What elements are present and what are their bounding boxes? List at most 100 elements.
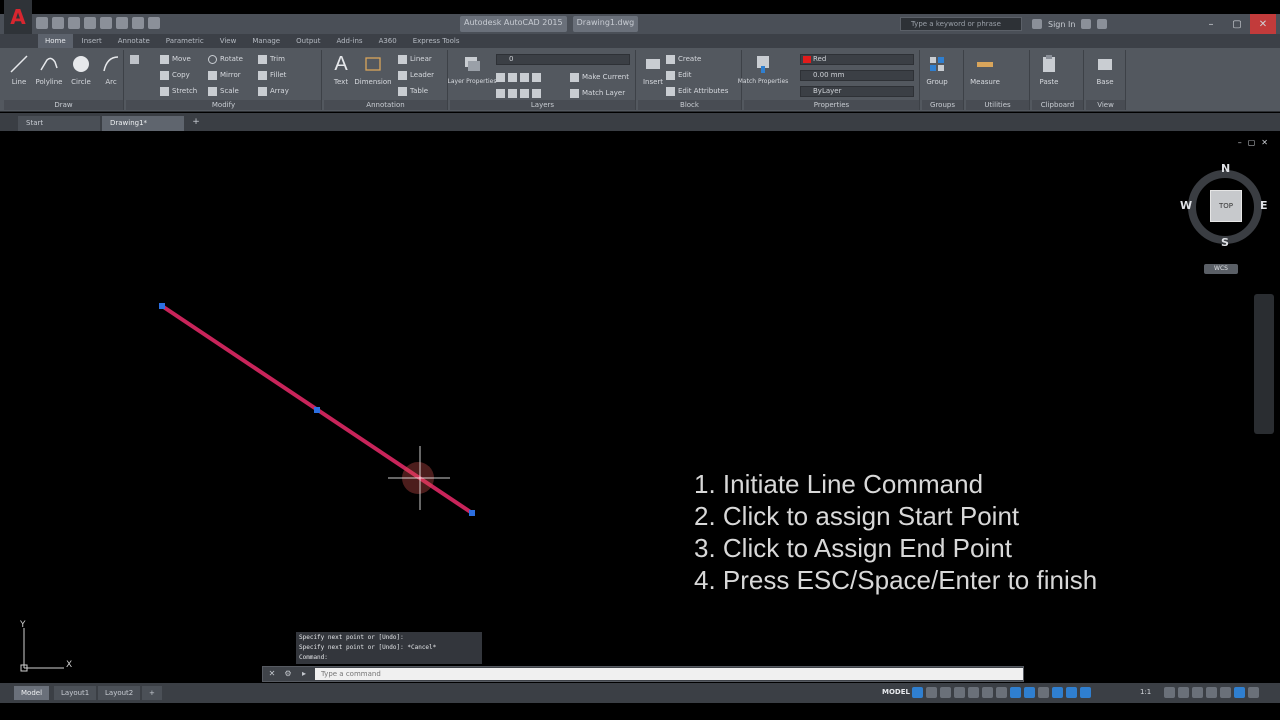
- trim-button[interactable]: Trim: [258, 52, 285, 66]
- rotate-button[interactable]: Rotate: [208, 52, 243, 66]
- layer-isolate-icon[interactable]: [508, 72, 517, 82]
- new-tab-icon[interactable]: +: [190, 116, 202, 128]
- tab-annotate[interactable]: Annotate: [111, 34, 157, 48]
- layer-properties-button[interactable]: Layer Properties: [448, 52, 496, 96]
- line-button[interactable]: Line: [4, 52, 34, 96]
- tab-insert[interactable]: Insert: [75, 34, 109, 48]
- command-recent-icon[interactable]: ▸: [299, 669, 309, 679]
- layer-walk-icon[interactable]: [508, 88, 517, 98]
- print-icon[interactable]: [100, 17, 112, 29]
- layer-off-icon[interactable]: [496, 72, 505, 82]
- customization-icon[interactable]: [1248, 687, 1259, 698]
- drawing-canvas[interactable]: – ▢ ✕ TOP N S E W WCS 1. Initiate Line C…: [4, 134, 1276, 680]
- new-icon[interactable]: [36, 17, 48, 29]
- ortho-icon[interactable]: [940, 687, 951, 698]
- save-as-icon[interactable]: [84, 17, 96, 29]
- layer-lock-icon[interactable]: [532, 72, 541, 82]
- help-search-input[interactable]: Type a keyword or phrase: [900, 17, 1022, 31]
- tab-a360[interactable]: A360: [372, 34, 404, 48]
- match-properties-button[interactable]: Match Properties: [738, 52, 788, 96]
- grip-start[interactable]: [159, 303, 165, 309]
- object-snap-tracking-icon[interactable]: [982, 687, 993, 698]
- doc-tab-start[interactable]: Start: [18, 116, 100, 131]
- paste-button[interactable]: Paste: [1034, 52, 1064, 96]
- annotation-visibility-icon[interactable]: [1052, 687, 1063, 698]
- compass-west[interactable]: W: [1180, 199, 1192, 212]
- clean-screen-icon[interactable]: [1234, 687, 1245, 698]
- command-customize-icon[interactable]: ⚙: [283, 669, 293, 679]
- copy-button[interactable]: Copy: [160, 68, 190, 82]
- make-current-button[interactable]: Make Current: [570, 70, 629, 84]
- table-button[interactable]: Table: [398, 84, 428, 98]
- workspace-icon[interactable]: [1164, 687, 1175, 698]
- wcs-menu[interactable]: WCS: [1204, 264, 1238, 274]
- open-icon[interactable]: [52, 17, 64, 29]
- layout-tab-layout2[interactable]: Layout2: [98, 686, 141, 700]
- linear-button[interactable]: Linear: [398, 52, 432, 66]
- lineweight-icon[interactable]: [1010, 687, 1021, 698]
- compass-north[interactable]: N: [1221, 162, 1230, 175]
- model-space-toggle[interactable]: MODEL: [882, 688, 910, 696]
- linetype-dropdown[interactable]: ByLayer: [800, 86, 914, 97]
- polyline-button[interactable]: Polyline: [34, 52, 64, 96]
- tab-manage[interactable]: Manage: [245, 34, 287, 48]
- panel-title-properties[interactable]: Properties: [744, 100, 919, 110]
- edit-block-button[interactable]: Edit: [666, 68, 692, 82]
- create-block-button[interactable]: Create: [666, 52, 701, 66]
- help-icon[interactable]: [1097, 19, 1108, 29]
- group-button[interactable]: Group: [922, 52, 952, 96]
- exchange-icon[interactable]: [1081, 19, 1092, 29]
- annotation-scale-icon[interactable]: [1080, 687, 1091, 698]
- close-icon[interactable]: ✕: [1250, 14, 1276, 34]
- arc-button[interactable]: Arc: [96, 52, 126, 96]
- match-layer-button[interactable]: Match Layer: [570, 86, 625, 100]
- compass-south[interactable]: S: [1221, 236, 1229, 249]
- layer-merge-icon[interactable]: [520, 88, 529, 98]
- transparency-icon[interactable]: [1024, 687, 1035, 698]
- isolate-objects-icon[interactable]: [1192, 687, 1203, 698]
- compass-east[interactable]: E: [1260, 199, 1268, 212]
- tab-add-ins[interactable]: Add-ins: [329, 34, 369, 48]
- isodraft-icon[interactable]: [968, 687, 979, 698]
- minimize-icon[interactable]: –: [1198, 14, 1224, 34]
- circle-button[interactable]: Circle: [66, 52, 96, 96]
- viewcube-top-face[interactable]: TOP: [1210, 190, 1242, 222]
- leader-button[interactable]: Leader: [398, 68, 434, 82]
- share-icon[interactable]: [148, 17, 160, 29]
- panel-title-clipboard[interactable]: Clipboard: [1032, 100, 1083, 110]
- tab-express-tools[interactable]: Express Tools: [406, 34, 467, 48]
- tab-view[interactable]: View: [213, 34, 244, 48]
- insert-button[interactable]: Insert: [638, 52, 668, 96]
- panel-title-modify[interactable]: Modify: [126, 100, 321, 110]
- scale-button[interactable]: Scale: [208, 84, 239, 98]
- move-button[interactable]: Move: [160, 52, 191, 66]
- command-input[interactable]: [315, 668, 1023, 680]
- isolate-icon[interactable]: [1220, 687, 1231, 698]
- auto-scale-icon[interactable]: [1066, 687, 1077, 698]
- panel-title-annotation[interactable]: Annotation: [324, 100, 447, 110]
- layer-previous-icon[interactable]: [496, 88, 505, 98]
- plus-icon[interactable]: [1178, 687, 1189, 698]
- draw-small-tool[interactable]: [130, 52, 139, 66]
- lineweight-dropdown[interactable]: 0.00 mm: [800, 70, 914, 81]
- tab-home[interactable]: Home: [38, 34, 73, 48]
- selection-cycling-icon[interactable]: [1038, 687, 1049, 698]
- fillet-button[interactable]: Fillet: [258, 68, 286, 82]
- panel-title-groups[interactable]: Groups: [922, 100, 963, 110]
- command-close-icon[interactable]: ✕: [267, 669, 277, 679]
- panel-title-utilities[interactable]: Utilities: [966, 100, 1029, 110]
- color-dropdown[interactable]: Red: [800, 54, 914, 65]
- sign-in-area[interactable]: Sign In: [1032, 17, 1152, 31]
- add-layout-icon[interactable]: +: [142, 686, 162, 700]
- object-snap-icon[interactable]: [996, 687, 1007, 698]
- panel-title-layers[interactable]: Layers: [450, 100, 635, 110]
- layout-tab-model[interactable]: Model: [14, 686, 50, 700]
- text-button[interactable]: A Text: [326, 52, 356, 96]
- panel-title-draw[interactable]: Draw: [4, 100, 123, 110]
- mirror-button[interactable]: Mirror: [208, 68, 241, 82]
- undo-icon[interactable]: [116, 17, 128, 29]
- save-icon[interactable]: [68, 17, 80, 29]
- maximize-icon[interactable]: ▢: [1224, 14, 1250, 34]
- grid-icon[interactable]: [912, 687, 923, 698]
- grip-mid[interactable]: [314, 407, 320, 413]
